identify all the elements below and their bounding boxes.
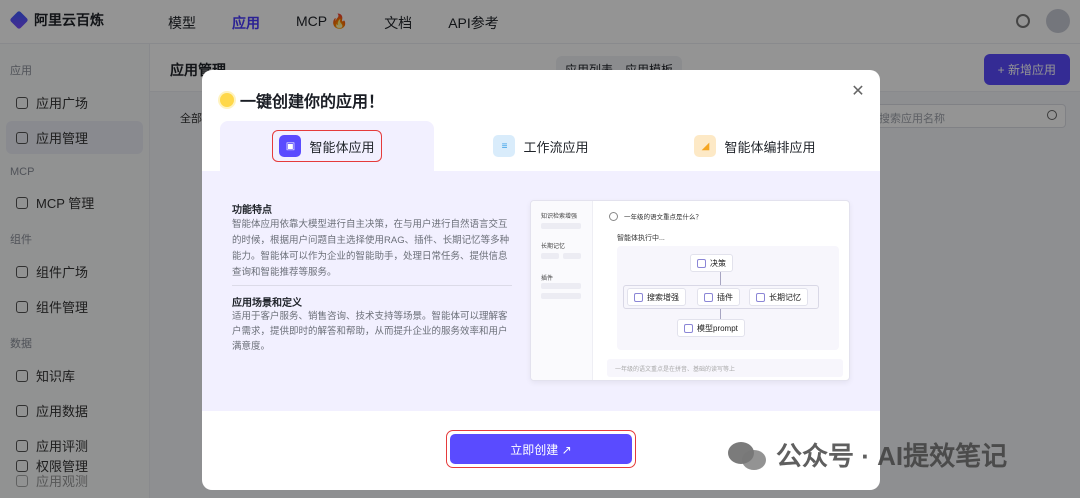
tab-label: 工作流应用 <box>523 139 589 155</box>
tab-panel: 功能特点 智能体应用依靠大模型进行自主决策，在与用户进行自然语言交互的时候，根据… <box>202 171 880 411</box>
scene-title: 应用场景和定义 <box>232 298 302 309</box>
preview-question-text: 一年级的语文重点是什么？ <box>624 214 702 221</box>
create-app-modal: 一键创建你的应用！ ✕ ▣ 智能体应用 ≡ 工作流应用 ◢ 智能体编排应用 功能… <box>202 70 880 490</box>
app-type-tabs: ▣ 智能体应用 ≡ 工作流应用 ◢ 智能体编排应用 <box>220 121 862 171</box>
user-icon <box>609 211 618 221</box>
modal-title-text: 一键创建你的应用！ <box>240 94 385 111</box>
node-label: 决策 <box>710 258 726 268</box>
agent-icon: ▣ <box>279 135 302 157</box>
tab-label: 智能体应用 <box>309 139 375 155</box>
agent-preview-image: 知识检索增强 长期记忆 插件 一年级的语文重点是什么？ 智能体执行中... 决策… <box>530 200 850 381</box>
preview-status: 智能体执行中... <box>617 235 665 242</box>
divider <box>232 285 512 286</box>
tab-agent-app-highlight: ▣ 智能体应用 <box>272 130 382 162</box>
preview-placeholder-bar <box>563 253 581 259</box>
preview-placeholder-bar <box>541 293 581 299</box>
preview-side-label: 插件 <box>541 276 554 282</box>
preview-placeholder-bar <box>541 253 559 259</box>
tab-orchestration-app[interactable]: ◢ 智能体编排应用 <box>648 121 862 171</box>
node-label: 模型prompt <box>697 323 738 333</box>
node-memory: 长期记忆 <box>749 288 808 306</box>
preview-side-label: 长期记忆 <box>541 244 566 250</box>
node-search: 搜索增强 <box>627 288 686 306</box>
modal-title: 一键创建你的应用！ <box>220 88 384 112</box>
sparkle-icon <box>220 93 234 107</box>
features-text: 智能体应用依靠大模型进行自主决策，在与用户进行自然语言交互的时候，根据用户问题自… <box>232 219 510 278</box>
close-icon[interactable]: ✕ <box>850 84 866 100</box>
create-now-button[interactable]: 立即创建 ↗ <box>450 434 632 464</box>
plugin-icon <box>704 292 713 302</box>
preview-side-label: 知识检索增强 <box>541 214 578 220</box>
node-prompt: 模型prompt <box>677 319 745 337</box>
decision-icon <box>697 258 706 268</box>
connector <box>720 272 721 285</box>
preview-sidebar: 知识检索增强 长期记忆 插件 <box>531 201 593 380</box>
wechat-icon <box>728 438 768 472</box>
prompt-icon <box>684 323 693 333</box>
scene-text: 适用于客户服务、销售咨询、技术支持等场景。智能体可以理解客户需求，提供即时的解答… <box>232 311 508 352</box>
watermark-text: 公众号 · AI提效笔记 <box>776 441 1008 471</box>
node-plugin: 插件 <box>697 288 740 306</box>
tab-agent-app[interactable]: ▣ 智能体应用 <box>220 121 434 171</box>
tab-label: 智能体编排应用 <box>724 139 816 155</box>
node-label: 插件 <box>717 292 733 302</box>
search-enhance-icon <box>634 292 643 302</box>
node-label: 长期记忆 <box>769 292 801 302</box>
workflow-icon: ≡ <box>493 135 516 157</box>
watermark: 公众号 · AI提效笔记 <box>728 436 1007 473</box>
preview-question: 一年级的语文重点是什么？ <box>609 211 702 221</box>
memory-icon <box>756 292 765 302</box>
features-title: 功能特点 <box>232 205 272 216</box>
preview-input: 一年级的语文重点是在拼音、基础的读写等上 <box>607 359 843 377</box>
preview-placeholder-bar <box>541 283 581 289</box>
preview-placeholder-bar <box>541 223 581 229</box>
node-decision: 决策 <box>690 254 733 272</box>
node-label: 搜索增强 <box>647 292 679 302</box>
orchestration-icon: ◢ <box>694 135 717 157</box>
connector <box>720 309 721 319</box>
tab-workflow-app[interactable]: ≡ 工作流应用 <box>434 121 648 171</box>
